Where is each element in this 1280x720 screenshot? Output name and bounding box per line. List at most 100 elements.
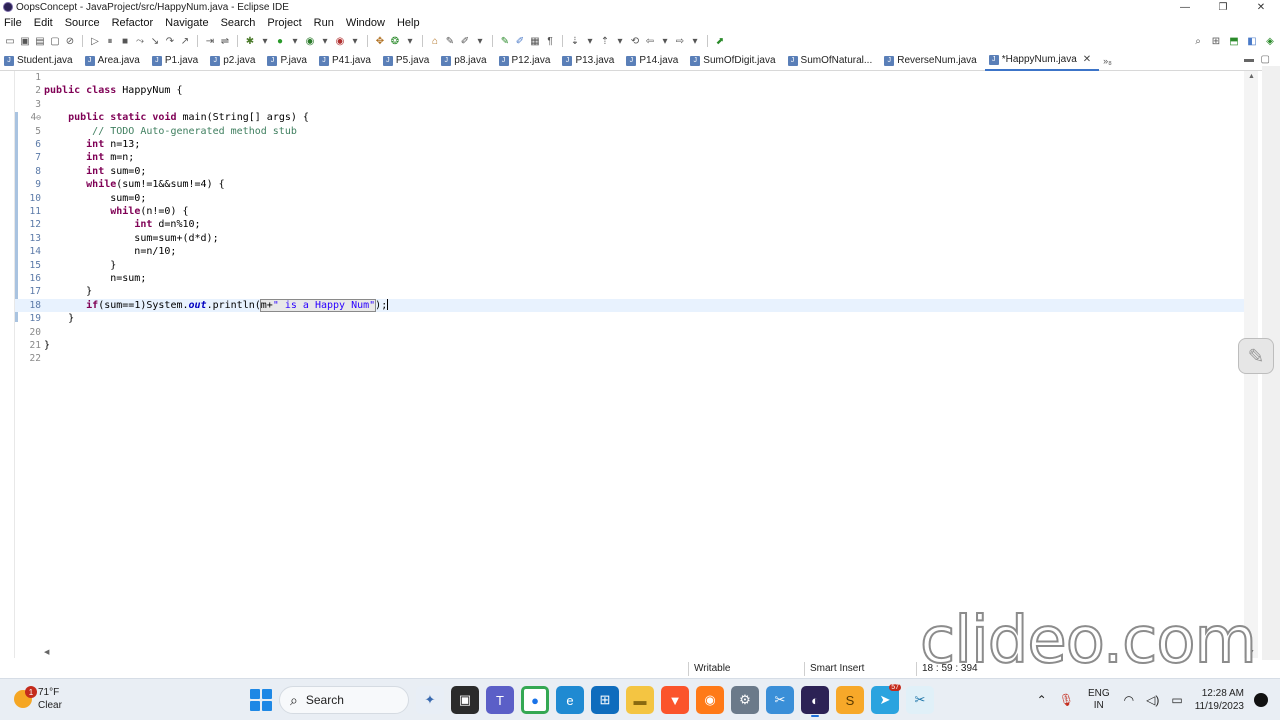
tab-p1[interactable]: J P1.java	[148, 51, 206, 71]
snip-app-icon[interactable]: ✂	[906, 686, 934, 714]
back-dropdown-icon[interactable]: ▾	[659, 35, 671, 47]
forward-icon[interactable]: ⇨	[674, 35, 686, 47]
tab-reversenum[interactable]: J ReverseNum.java	[880, 51, 984, 71]
code-editor[interactable]: 1 2 public class HappyNum { 3 4⊖ public s…	[14, 71, 1258, 658]
scroll-up-icon[interactable]: ▲	[1248, 73, 1255, 80]
settings-icon[interactable]: ⚙	[731, 686, 759, 714]
tab-sumofdigit[interactable]: J SumOfDigit.java	[686, 51, 783, 71]
next-annotation-dropdown-icon[interactable]: ▾	[584, 35, 596, 47]
scroll-left-icon[interactable]: ◀	[44, 648, 49, 656]
menu-run[interactable]: Run	[314, 17, 334, 29]
weather-widget[interactable]: 1 71°F Clear	[14, 686, 62, 712]
external-tools-dropdown-icon[interactable]: ▾	[349, 35, 361, 47]
edge-icon[interactable]: e	[556, 686, 584, 714]
java-perspective-icon[interactable]: ◧	[1246, 35, 1258, 47]
terminal-icon[interactable]: ▢	[49, 35, 61, 47]
forward-dropdown-icon[interactable]: ▾	[689, 35, 701, 47]
step-over-icon[interactable]: ↷	[164, 35, 176, 47]
file-explorer-icon[interactable]: ▬	[626, 686, 654, 714]
chevron-up-icon[interactable]: ⌃	[1037, 693, 1047, 707]
eclipse-taskbar-icon[interactable]: ◐	[801, 686, 829, 717]
tab-p12[interactable]: J P12.java	[495, 51, 559, 71]
save-all-icon[interactable]: ▤	[34, 35, 46, 47]
menu-navigate[interactable]: Navigate	[165, 17, 208, 29]
previous-annotation-dropdown-icon[interactable]: ▾	[614, 35, 626, 47]
store-icon[interactable]: ⊞	[591, 686, 619, 714]
tab-happynum[interactable]: J *HappyNum.java ✕	[984, 50, 1100, 71]
tabs-overflow-button[interactable]: »₈	[1099, 56, 1112, 66]
search-dropdown-arrow-icon[interactable]: ▾	[474, 35, 486, 47]
coverage-icon[interactable]: ◉	[304, 35, 316, 47]
tab-area[interactable]: J Area.java	[81, 51, 148, 71]
menu-help[interactable]: Help	[397, 17, 420, 29]
debug-icon[interactable]: ✱	[244, 35, 256, 47]
toggle-highlight-icon[interactable]: ✐	[514, 35, 526, 47]
next-annotation-icon[interactable]: ⇣	[569, 35, 581, 47]
notification-icon[interactable]	[1254, 693, 1268, 707]
minimize-button[interactable]: —	[1166, 0, 1204, 14]
menu-file[interactable]: File	[4, 17, 22, 29]
debug-dropdown-icon[interactable]: ▾	[259, 35, 271, 47]
clock[interactable]: 12:28 AM 11/19/2023	[1195, 687, 1244, 713]
taskbar-search[interactable]: ⌕ Search	[279, 686, 409, 714]
new-package-icon[interactable]: ❂	[389, 35, 401, 47]
previous-annotation-icon[interactable]: ⇡	[599, 35, 611, 47]
menu-source[interactable]: Source	[65, 17, 100, 29]
maximize-button[interactable]: ❐	[1204, 0, 1242, 14]
new-class-dropdown-icon[interactable]: ▾	[404, 35, 416, 47]
save-icon[interactable]: ▣	[19, 35, 31, 47]
menu-edit[interactable]: Edit	[34, 17, 53, 29]
sublime-text-icon[interactable]: S	[836, 686, 864, 714]
menu-refactor[interactable]: Refactor	[112, 17, 154, 29]
telegram-icon[interactable]: ➤ 57	[871, 684, 901, 714]
new-java-project-icon[interactable]: ✥	[374, 35, 386, 47]
microphone-icon[interactable]: 🎙	[1059, 693, 1074, 707]
brave-icon[interactable]: ▼	[661, 686, 689, 714]
open-task-icon[interactable]: ✎	[444, 35, 456, 47]
tab-p2[interactable]: Jp2.java	[206, 51, 263, 71]
terminate-icon[interactable]: ■	[119, 35, 131, 47]
menu-search[interactable]: Search	[221, 17, 256, 29]
search-dropdown-icon[interactable]: ✐	[459, 35, 471, 47]
tab-p5[interactable]: J P5.java	[379, 51, 437, 71]
volume-icon[interactable]: ◁)	[1146, 693, 1159, 707]
windows-start-icon[interactable]	[250, 689, 272, 711]
skip-breakpoints-icon[interactable]: ⊘	[64, 35, 76, 47]
task-view-icon[interactable]: ▣	[451, 686, 479, 714]
suspend-icon[interactable]: ⏸	[104, 35, 116, 47]
use-step-filters-icon[interactable]: ⇌	[219, 35, 231, 47]
tab-p14[interactable]: J P14.java	[622, 51, 686, 71]
drop-to-frame-icon[interactable]: ⇥	[204, 35, 216, 47]
fold-toggle-icon[interactable]: ⊖	[36, 113, 41, 122]
resume-icon[interactable]: ▷	[89, 35, 101, 47]
tab-p13[interactable]: J P13.java	[558, 51, 622, 71]
show-whitespace-icon[interactable]: ¶	[544, 35, 556, 47]
tab-p8[interactable]: Jp8.java	[437, 51, 494, 71]
chrome-icon[interactable]: ●	[521, 686, 549, 714]
new-icon[interactable]: ▭	[4, 35, 16, 47]
run-icon[interactable]: ●	[274, 35, 286, 47]
copilot-icon[interactable]: ✦	[416, 686, 444, 714]
step-return-icon[interactable]: ↗	[179, 35, 191, 47]
debug-perspective-icon[interactable]: ◈	[1264, 35, 1276, 47]
close-tab-icon[interactable]: ✕	[1083, 54, 1091, 65]
battery-icon[interactable]: ▭	[1171, 693, 1182, 707]
menu-project[interactable]: Project	[267, 17, 301, 29]
firefox-icon[interactable]: ◉	[696, 686, 724, 714]
toggle-block-selection-icon[interactable]: ▦	[529, 35, 541, 47]
coverage-dropdown-icon[interactable]: ▾	[319, 35, 331, 47]
close-button[interactable]: ✕	[1242, 0, 1280, 14]
tab-sumofnatural[interactable]: J SumOfNatural...	[784, 51, 881, 71]
quick-access-search-icon[interactable]: ⌕	[1192, 35, 1204, 47]
last-edit-location-icon[interactable]: ⟲	[629, 35, 641, 47]
teams-icon[interactable]: T	[486, 686, 514, 714]
tab-p[interactable]: J P.java	[263, 51, 315, 71]
java-ee-perspective-icon[interactable]: ⬒	[1228, 35, 1240, 47]
step-into-icon[interactable]: ↘	[149, 35, 161, 47]
tab-p41[interactable]: J P41.java	[315, 51, 379, 71]
maximize-editor-icon[interactable]: ▢	[1261, 54, 1270, 65]
open-perspective-icon[interactable]: ⊞	[1210, 35, 1222, 47]
pin-editor-icon[interactable]: ⬈	[714, 35, 726, 47]
disconnect-icon[interactable]: ⤳	[134, 35, 146, 47]
toggle-mark-occurrences-icon[interactable]: ✎	[499, 35, 511, 47]
